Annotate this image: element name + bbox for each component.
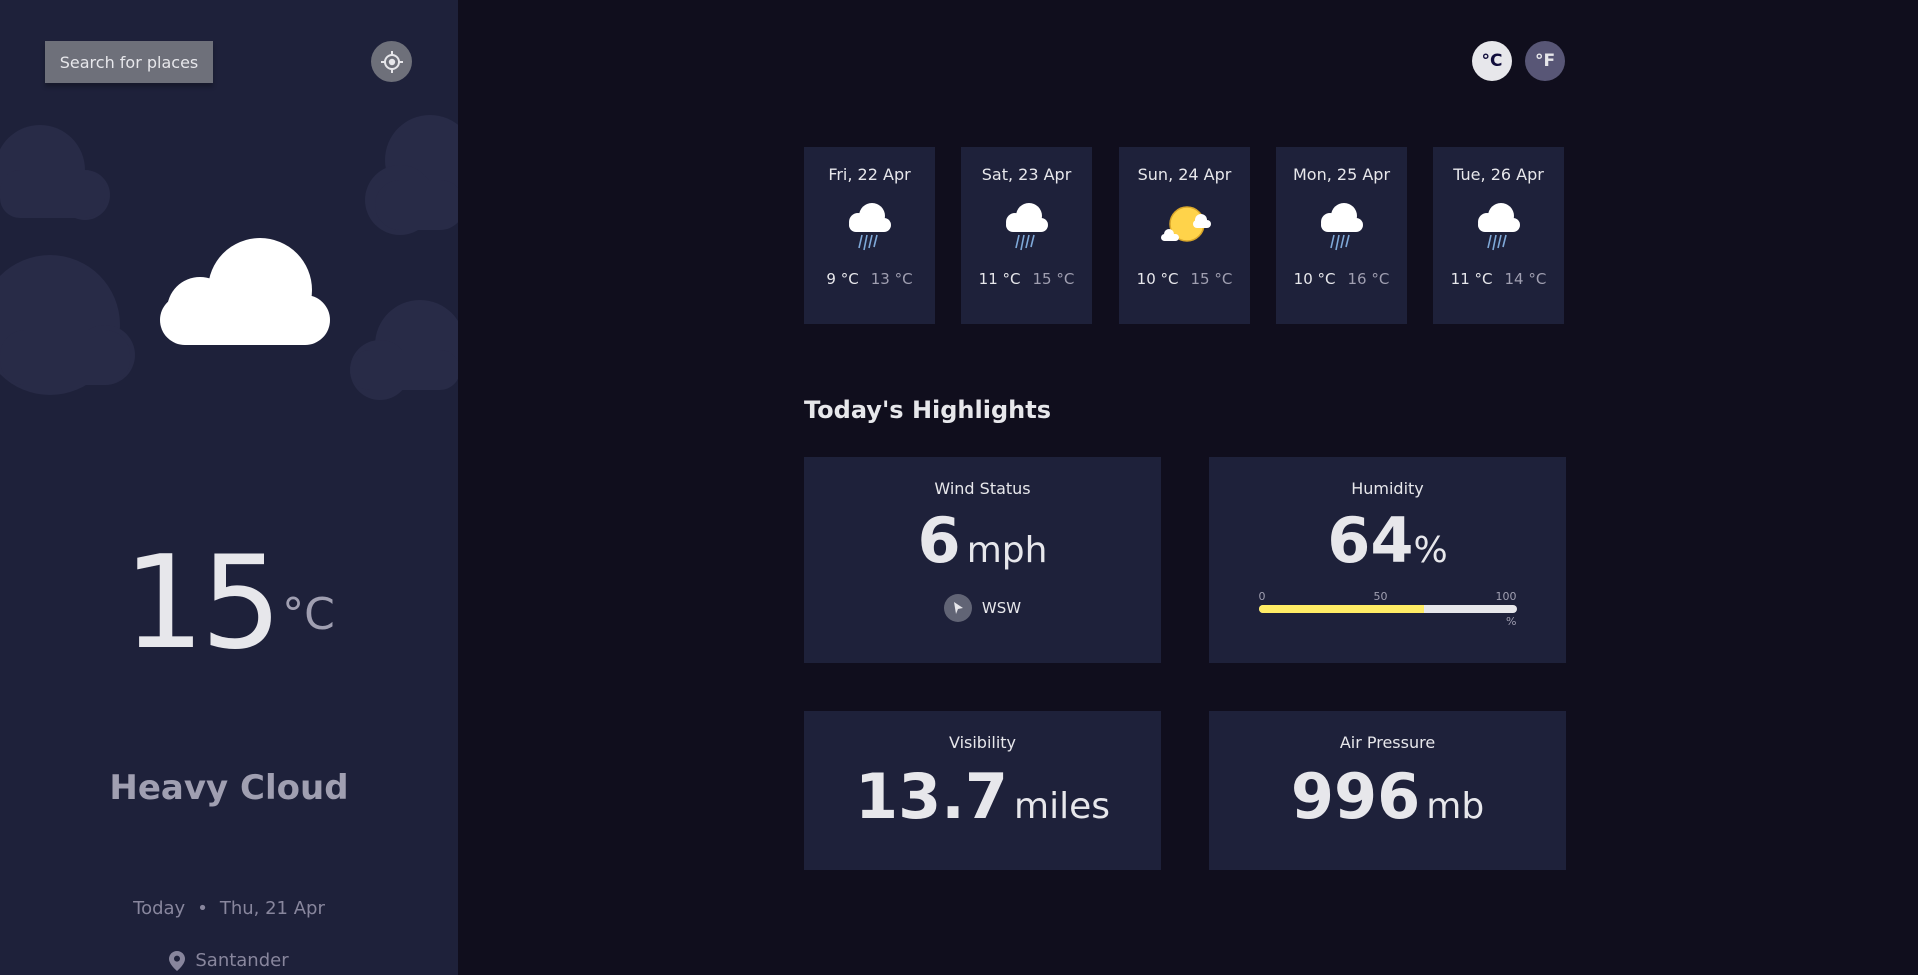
forecast-card: Sun, 24 Apr 10 °C 15 °C [1119, 147, 1250, 324]
scale-label-0: 0 [1258, 590, 1266, 603]
current-location-button[interactable] [371, 41, 412, 82]
forecast-max-temp: 11 °C [978, 270, 1021, 288]
forecast-max-temp: 10 °C [1293, 270, 1336, 288]
forecast-min-temp: 13 °C [870, 270, 913, 288]
date-row: Today • Thu, 21 Apr [0, 898, 458, 919]
current-date: Thu, 21 Apr [219, 898, 325, 919]
air-pressure-label: Air Pressure [1339, 733, 1436, 752]
humidity-bar [1258, 605, 1517, 613]
forecast-date: Sun, 24 Apr [1137, 165, 1232, 184]
light-cloud-icon [1160, 206, 1211, 242]
temperature-unit: °C [282, 589, 335, 640]
forecast-date: Mon, 25 Apr [1292, 165, 1391, 184]
wind-status-card: Wind Status 6 mph WSW [804, 457, 1161, 663]
visibility-card: Visibility 13.7 miles [804, 711, 1161, 870]
location: Santander [0, 950, 458, 971]
forecast-min-temp: 15 °C [1032, 270, 1075, 288]
visibility-unit: miles [1014, 786, 1110, 827]
wind-status-label: Wind Status [934, 479, 1031, 498]
separator-dot: • [197, 898, 208, 919]
wind-direction: WSW [804, 594, 1161, 622]
forecast-min-temp: 15 °C [1190, 270, 1233, 288]
light-rain-icon [1477, 203, 1520, 251]
forecast-date: Fri, 22 Apr [828, 165, 911, 184]
light-rain-icon [848, 203, 891, 251]
wind-speed-unit: mph [966, 530, 1048, 571]
scale-unit: % [1506, 615, 1517, 628]
humidity-scale: 0 50 100 % [1258, 590, 1517, 630]
forecast-card: Sat, 23 Apr 11 °C 15 °C [961, 147, 1092, 324]
humidity-bar-fill [1258, 605, 1424, 613]
gps-icon [380, 50, 403, 73]
today-label: Today [133, 898, 186, 919]
air-pressure-unit: mb [1426, 786, 1485, 827]
wind-direction-label: WSW [981, 599, 1022, 617]
visibility-value: 13.7 [855, 760, 1008, 833]
search-places-button[interactable]: Search for places [45, 41, 213, 83]
forecast-date: Sat, 23 Apr [981, 165, 1072, 184]
forecast-min-temp: 14 °C [1504, 270, 1547, 288]
location-pin-icon [169, 950, 186, 971]
wind-direction-icon [943, 594, 972, 622]
scale-label-50: 50 [1373, 590, 1388, 603]
forecast-max-temp: 11 °C [1450, 270, 1493, 288]
forecast-max-temp: 9 °C [826, 270, 859, 288]
temperature-value: 15 [123, 529, 282, 678]
forecast-min-temp: 16 °C [1347, 270, 1390, 288]
fahrenheit-toggle[interactable]: °F [1525, 41, 1565, 81]
humidity-card: Humidity 64% 0 50 100 % [1209, 457, 1566, 663]
highlights-title: Today's Highlights [804, 396, 1051, 424]
forecast-card: Fri, 22 Apr 9 °C 13 °C [804, 147, 935, 324]
forecast-card: Tue, 26 Apr 11 °C 14 °C [1433, 147, 1564, 324]
current-temperature: 15°C [0, 540, 458, 668]
location-name: Santander [195, 950, 289, 971]
sidebar: Search for places 15°C Heavy Cloud Today… [0, 0, 458, 975]
forecast-date: Tue, 26 Apr [1453, 165, 1544, 184]
air-pressure-value: 996 [1290, 760, 1421, 833]
light-rain-icon [1005, 203, 1048, 251]
forecast-card: Mon, 25 Apr 10 °C 16 °C [1276, 147, 1407, 324]
forecast-max-temp: 10 °C [1136, 270, 1179, 288]
weather-condition: Heavy Cloud [109, 768, 349, 808]
humidity-value: 64 [1327, 504, 1414, 577]
air-pressure-card: Air Pressure 996 mb [1209, 711, 1566, 870]
wind-speed-value: 6 [917, 504, 961, 577]
heavy-cloud-icon [160, 238, 330, 345]
celsius-toggle[interactable]: °C [1472, 41, 1512, 81]
visibility-label: Visibility [948, 733, 1017, 752]
humidity-unit: % [1413, 530, 1448, 571]
scale-label-100: 100 [1495, 590, 1517, 603]
humidity-label: Humidity [1351, 479, 1424, 498]
light-rain-icon [1320, 203, 1363, 251]
